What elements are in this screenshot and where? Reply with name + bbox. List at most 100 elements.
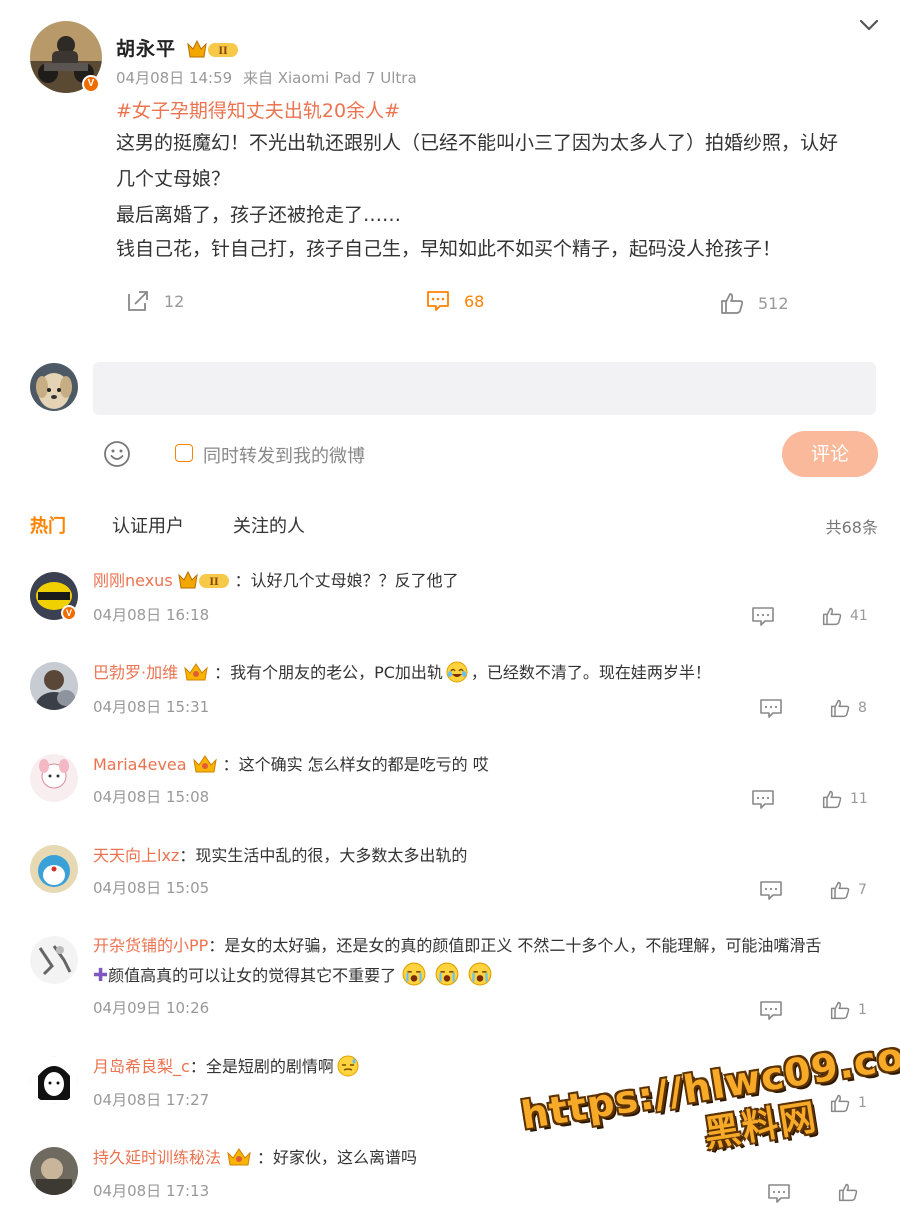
like-icon [830, 881, 850, 900]
comment-username[interactable]: Maria4evea [93, 755, 187, 774]
repost-checkbox-label: 同时转发到我的微博 [203, 446, 365, 467]
svg-text:II: II [209, 577, 219, 588]
comment-time: 04月08日 17:13 [93, 1182, 210, 1200]
post-paragraph-2: 几个丈母娘？ [116, 168, 231, 190]
comment-icon[interactable] [768, 1184, 790, 1204]
tab-verified-users[interactable]: 认证用户 [112, 512, 184, 538]
comment-text: ：这个确实 怎么样女的都是吃亏的 哎 [222, 755, 489, 774]
comment-username[interactable]: 月岛希良梨_c [93, 1057, 190, 1076]
comment-time: 04月08日 15:08 [93, 788, 210, 806]
comment-like-button[interactable]: 41 [822, 606, 868, 626]
comment-like-count: 8 [858, 700, 867, 716]
commenter-avatar[interactable] [30, 662, 78, 710]
repost-checkbox[interactable] [175, 444, 193, 462]
sobbing-emoji-icon [468, 962, 492, 986]
comment-text: ：认好几个丈母娘？？反了他了 [234, 571, 459, 590]
comment-text: ：我有个朋友的老公，PC加出轨 [214, 663, 443, 682]
commenter-avatar[interactable] [30, 754, 78, 802]
post-source: 来自 Xiaomi Pad 7 Ultra [242, 69, 417, 87]
comment-username[interactable]: 刚刚nexus [93, 571, 173, 590]
commenter-avatar[interactable] [30, 1056, 78, 1104]
commenter-avatar[interactable] [30, 936, 78, 984]
comment-time: 04月08日 15:31 [93, 698, 210, 716]
comment-item: 开杂货铺的小PP：是女的太好骗，还是女的真的颜值即正义 不然二十多个人，不能理解… [0, 932, 900, 1042]
comment-icon[interactable] [760, 881, 782, 901]
crown-icon [184, 663, 208, 681]
comment-like-button[interactable]: 8 [830, 698, 867, 718]
comment-username[interactable]: 巴勃罗·加维 [93, 663, 178, 682]
post-paragraph-1: 这男的挺魔幻！不光出轨还跟别人（已经不能叫小三了因为太多人了）拍婚纱照，认好 [116, 132, 839, 154]
crown-icon [192, 755, 217, 773]
chevron-down-icon[interactable] [856, 14, 882, 36]
comment-item: 巴勃罗·加维 ：我有个朋友的老公，PC加出轨 ，已经数不清了。现在娃两岁半！ 04月… [0, 658, 900, 738]
post-hashtag[interactable]: #女子孕期得知丈夫出轨20余人# [116, 96, 400, 123]
comment-like-count: 1 [858, 1002, 867, 1018]
comment-text-continued: ，已经数不清了。现在娃两岁半！ [470, 663, 711, 682]
plus-icon: ✚ [93, 965, 109, 986]
comment-total: 共68条 [825, 518, 878, 537]
comment-username[interactable]: 持久延时训练秘法 [93, 1148, 221, 1167]
sobbing-emoji-icon [435, 962, 459, 986]
verified-icon: V [61, 605, 77, 621]
like-icon [838, 1183, 858, 1202]
comment-like-count: 41 [850, 608, 868, 624]
commenter-avatar[interactable] [30, 845, 78, 893]
submit-comment-button[interactable]: 评论 [782, 431, 878, 477]
current-user-avatar[interactable] [30, 363, 78, 411]
comment-icon [427, 291, 449, 311]
like-icon [830, 1001, 850, 1020]
emoji-icon[interactable] [103, 440, 131, 468]
share-icon [128, 291, 148, 311]
tab-hot[interactable]: 热门 [30, 512, 66, 538]
comment-item: 天天向上lxz：现实生活中乱的很，大多数太多出轨的 04月08日 15:05 7 [0, 841, 900, 921]
comment-icon[interactable] [760, 699, 782, 719]
post-paragraph-4: 钱自己花，针自己打，孩子自己生，早知如此不如买个精子，起码没人抢孩子！ [116, 238, 782, 260]
like-icon [822, 607, 842, 626]
repost-button[interactable]: 12 [126, 290, 184, 312]
like-button[interactable]: 512 [720, 291, 789, 315]
like-icon [721, 293, 744, 314]
comment-item: Maria4evea ：这个确实 怎么样女的都是吃亏的 哎 04月08日 15:0… [0, 750, 900, 830]
post-meta: 04月08日 14:59 来自 Xiaomi Pad 7 Ultra [116, 67, 417, 88]
comment-like-button[interactable]: 11 [822, 789, 868, 809]
like-icon [822, 790, 842, 809]
comment-text: ：好家伙，这么离谱吗 [257, 1148, 418, 1167]
level-badge-icon: II [177, 570, 229, 589]
laughing-emoji-icon [446, 661, 468, 683]
svg-text:II: II [218, 46, 228, 57]
comment-like-count: 11 [850, 791, 868, 807]
comment-like-button[interactable]: 1 [830, 1000, 867, 1020]
verified-icon: V [82, 75, 100, 93]
sobbing-emoji-icon [402, 962, 426, 986]
comment-time: 04月08日 17:27 [93, 1091, 210, 1109]
like-count: 512 [758, 293, 789, 313]
comment-icon[interactable] [752, 607, 774, 627]
comment-time: 04月09日 10:26 [93, 999, 210, 1017]
comment-time: 04月08日 15:05 [93, 879, 210, 897]
comment-count: 68 [464, 291, 485, 311]
comment-icon[interactable] [760, 1001, 782, 1021]
comment-text: ：是女的太好骗，还是女的真的颜值即正义 不然二十多个人，不能理解，可能油嘴滑舌 [208, 936, 822, 955]
level-badge-icon: II [186, 38, 240, 60]
author-name[interactable]: 胡永平 [116, 34, 176, 61]
comment-input[interactable] [93, 362, 876, 415]
comment-like-button[interactable] [838, 1182, 866, 1202]
commenter-avatar[interactable] [30, 1147, 78, 1195]
comment-time: 04月08日 16:18 [93, 606, 210, 624]
comment-item: V 刚刚nexus II ：认好几个丈母娘？？反了他了 04月08日 16:18… [0, 566, 900, 646]
comment-username[interactable]: 开杂货铺的小PP [93, 936, 208, 955]
comment-button[interactable]: 68 [426, 290, 484, 312]
comment-like-count: 7 [858, 882, 867, 898]
comment-username[interactable]: 天天向上lxz [93, 846, 179, 865]
comment-text: ：全是短剧的剧情啊 [189, 1057, 334, 1076]
comment-item: 持久延时训练秘法 ：好家伙，这么离谱吗 04月08日 17:13 [0, 1144, 900, 1211]
post-paragraph-3: 最后离婚了，孩子还被抢走了…… [116, 204, 402, 226]
crown-icon [227, 1148, 251, 1166]
comment-text-line2: 颜值高真的可以让女的觉得其它不重要了 [108, 966, 397, 985]
tab-following[interactable]: 关注的人 [233, 512, 305, 538]
post-date[interactable]: 04月08日 14:59 [116, 69, 232, 87]
comment-text: ：现实生活中乱的很，大多数太多出轨的 [179, 846, 468, 865]
comment-like-button[interactable]: 7 [830, 880, 867, 900]
comment-icon[interactable] [752, 790, 774, 810]
like-icon [830, 699, 850, 718]
